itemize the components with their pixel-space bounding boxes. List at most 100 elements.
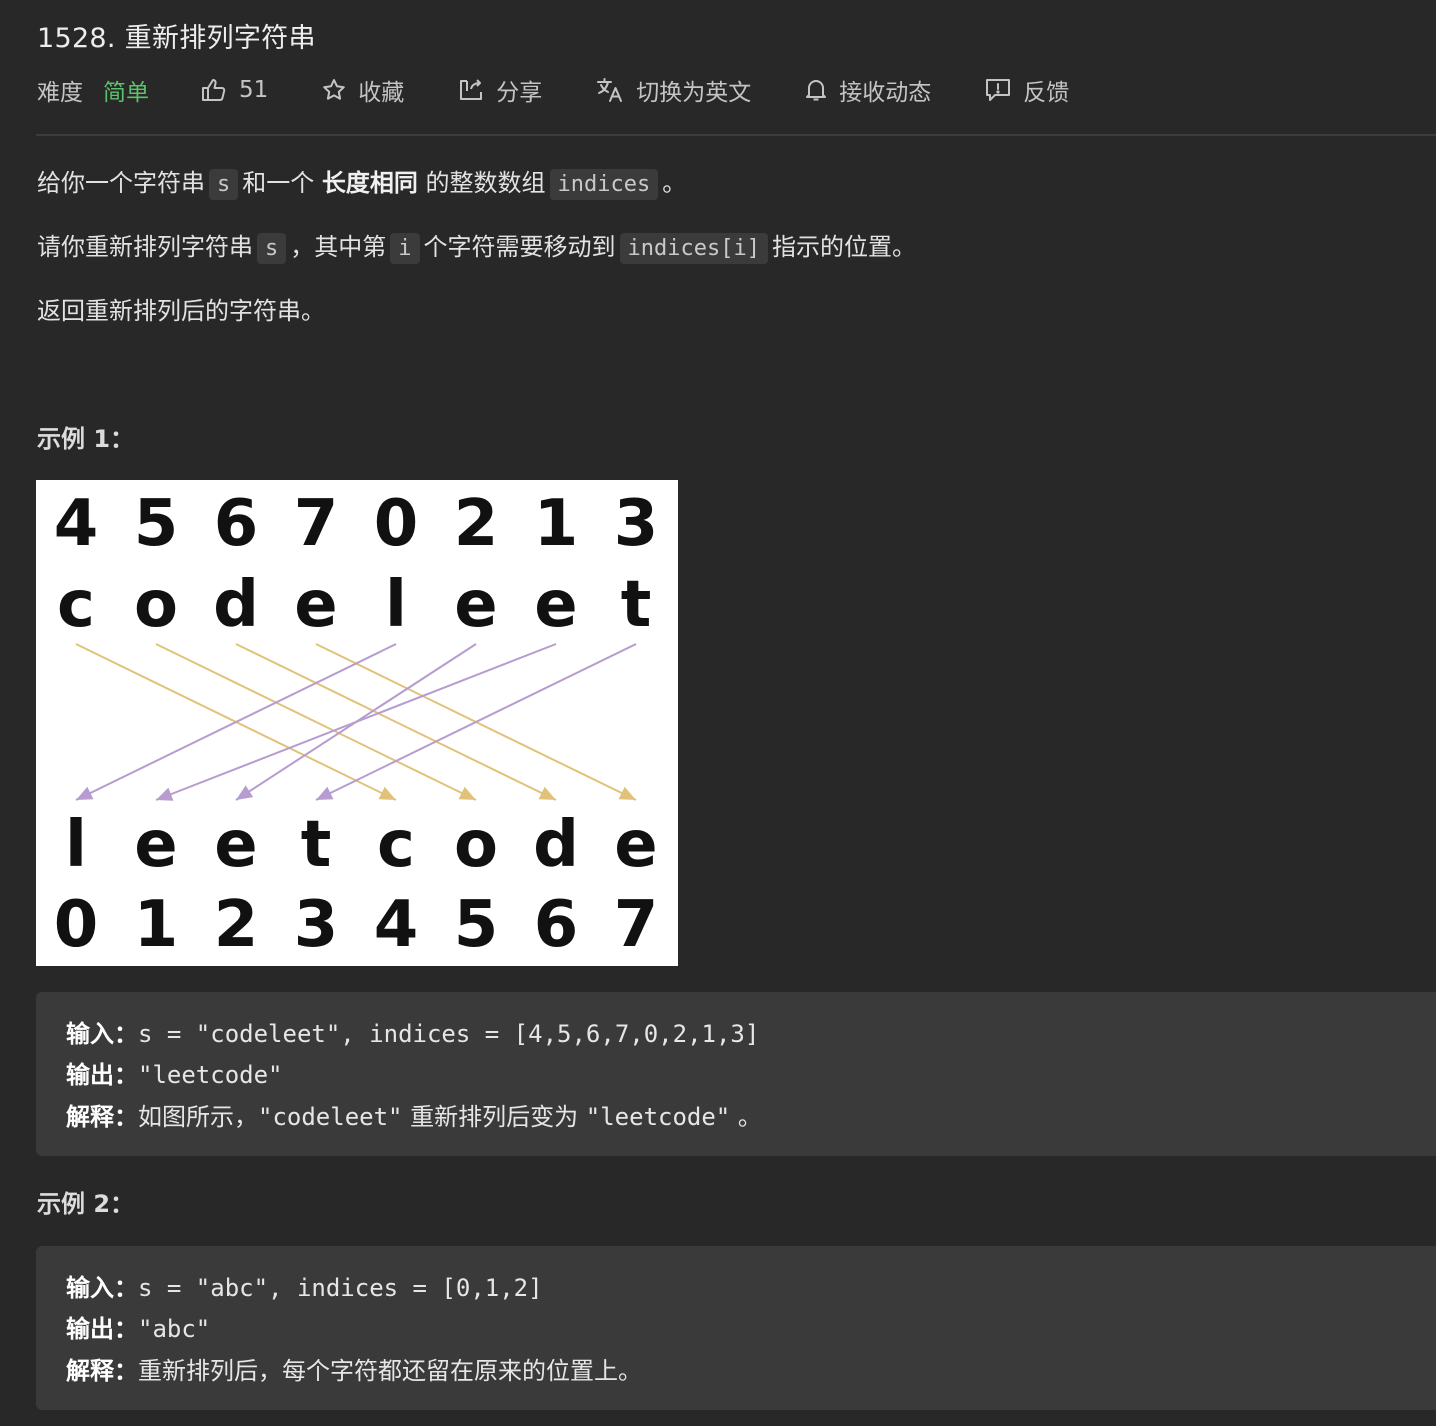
- inline-code-indices: indices: [549, 169, 659, 200]
- bell-icon: [805, 78, 827, 102]
- example-1-figure: 45670213codeleetleetcode01234567: [36, 480, 678, 966]
- input-value: s = "abc", indices = [0,1,2]: [138, 1274, 543, 1302]
- explanation-label: 解释：: [66, 1357, 138, 1385]
- top-index-label-3: 7: [294, 487, 339, 561]
- bottom-index-label-7: 7: [614, 888, 659, 962]
- example-1-explanation: 解释：如图所示，"codeleet" 重新排列后变为 "leetcode" 。: [66, 1097, 762, 1132]
- top-index-label-5: 2: [454, 487, 499, 561]
- top-char-label-1: o: [134, 568, 178, 642]
- output-label: 输出：: [66, 1061, 138, 1089]
- likes-count: 51: [239, 77, 269, 103]
- favorite-button[interactable]: 收藏: [322, 73, 404, 107]
- subscribe-label: 接收动态: [839, 80, 932, 106]
- explanation-code: "codeleet": [258, 1103, 403, 1131]
- example-2-output: 输出："abc": [66, 1309, 210, 1344]
- example-1-input: 输入：s = "codeleet", indices = [4,5,6,7,0,…: [66, 1014, 759, 1049]
- share-icon: [458, 78, 484, 102]
- inline-code-s: s: [209, 169, 239, 200]
- top-char-label-6: e: [534, 568, 577, 642]
- top-char-label-7: t: [621, 568, 652, 642]
- inline-code-s: s: [257, 233, 287, 264]
- switch-language-label: 切换为英文: [636, 80, 752, 106]
- description-text: 的整数数组: [425, 169, 546, 197]
- subscribe-button[interactable]: 接收动态: [805, 73, 931, 107]
- bottom-index-label-6: 6: [534, 888, 579, 962]
- difficulty-label: 难度: [37, 80, 83, 106]
- inline-code-i: i: [390, 233, 420, 264]
- example-1-title: 示例 1：: [37, 425, 135, 453]
- problem-title: 1528. 重新排列字符串: [37, 23, 316, 54]
- top-char-label-4: l: [385, 568, 407, 642]
- description-text: 给你一个字符串: [37, 169, 205, 197]
- bottom-char-label-0: l: [65, 808, 87, 882]
- top-index-label-7: 3: [614, 487, 659, 561]
- feedback-button[interactable]: 反馈: [985, 73, 1069, 107]
- input-label: 输入：: [66, 1274, 138, 1302]
- bottom-char-label-3: t: [301, 808, 332, 882]
- move-arrow-head-6: [156, 787, 174, 801]
- translate-icon: [596, 77, 624, 103]
- explanation-text: 。: [730, 1103, 762, 1131]
- share-label: 分享: [496, 80, 543, 106]
- explanation-text: 如图所示，: [138, 1103, 258, 1131]
- top-index-label-6: 1: [534, 487, 579, 561]
- bottom-char-label-4: c: [377, 808, 415, 882]
- bottom-index-label-4: 4: [374, 888, 419, 962]
- example-2-title: 示例 2：: [37, 1190, 135, 1218]
- bottom-index-label-5: 5: [454, 888, 499, 962]
- explanation-text: 重新排列后变为: [402, 1103, 586, 1131]
- toolbar-divider: [36, 134, 1436, 136]
- top-index-label-0: 4: [54, 487, 99, 561]
- problem-toolbar: 难度 简单 51 收藏 分享 切换为英文 接收动态 反馈: [37, 70, 1123, 110]
- thumbs-up-icon: [201, 78, 227, 102]
- top-char-label-0: c: [57, 568, 95, 642]
- description-bold: 长度相同: [321, 169, 418, 197]
- top-char-label-3: e: [294, 568, 337, 642]
- description-paragraph-3: 返回重新排列后的字符串。: [37, 297, 325, 325]
- input-value: s = "codeleet", indices = [4,5,6,7,0,2,1…: [138, 1020, 760, 1048]
- favorite-label: 收藏: [358, 80, 405, 106]
- top-index-label-2: 6: [214, 487, 259, 561]
- bottom-index-label-3: 3: [294, 888, 339, 962]
- feedback-icon: [985, 78, 1011, 102]
- example-2-explanation: 解释：重新排列后，每个字符都还留在原来的位置上。: [66, 1351, 642, 1386]
- move-arrow-1: [155, 643, 477, 801]
- move-arrow-head-5: [236, 785, 254, 800]
- description-text: ，其中第: [290, 233, 387, 261]
- output-value: "abc": [138, 1315, 211, 1343]
- rearrangement-diagram: 4 5 6 7 0 2 1 3c o d e l e e tl e e t c o d e0 1 2 3 4 5 6 7: [54, 487, 659, 962]
- bottom-index-label-1: 1: [134, 888, 179, 962]
- description-paragraph-2: 请你重新排列字符串 s ，其中第 i 个字符需要移动到 indices[i] 指示的位置。: [37, 227, 916, 264]
- example-1-box: 输入：s = "codeleet", indices = [4,5,6,7,0,…: [36, 992, 1436, 1156]
- description-text: 个字符需要移动到: [423, 233, 616, 261]
- output-label: 输出：: [66, 1315, 138, 1343]
- top-char-label-2: d: [213, 568, 259, 642]
- top-index-label-4: 0: [374, 487, 419, 561]
- bottom-char-label-1: e: [134, 808, 177, 882]
- feedback-label: 反馈: [1023, 80, 1070, 106]
- example-2-input: 输入：s = "abc", indices = [0,1,2]: [66, 1268, 543, 1303]
- inline-code-indices-i: indices[i]: [619, 233, 768, 264]
- description-text: 和一个: [242, 169, 315, 197]
- bottom-char-label-6: d: [533, 808, 579, 882]
- bottom-index-label-2: 2: [214, 888, 259, 962]
- share-button[interactable]: 分享: [458, 73, 542, 107]
- star-icon: [322, 78, 346, 102]
- like-button[interactable]: 51: [201, 77, 268, 103]
- bottom-index-label-0: 0: [54, 888, 99, 962]
- description-paragraph-1: 给你一个字符串 s 和一个 长度相同 的整数数组 indices。: [37, 163, 687, 200]
- example-2-box: 输入：s = "abc", indices = [0,1,2] 输出："abc"…: [36, 1246, 1436, 1410]
- explanation-code: "leetcode": [585, 1103, 731, 1131]
- top-char-label-5: e: [454, 568, 497, 642]
- move-arrow-6: [155, 643, 557, 801]
- bottom-char-label-7: e: [614, 808, 657, 882]
- example-1-output: 输出："leetcode": [66, 1055, 283, 1090]
- bottom-char-label-5: o: [454, 808, 498, 882]
- switch-language-button[interactable]: 切换为英文: [596, 73, 751, 107]
- move-arrow-2: [235, 643, 557, 801]
- description-text: 指示的位置。: [771, 233, 916, 261]
- input-label: 输入：: [66, 1020, 138, 1048]
- description-text: 。: [662, 169, 687, 197]
- difficulty-value: 简单: [103, 80, 149, 106]
- output-value: "leetcode": [138, 1061, 283, 1089]
